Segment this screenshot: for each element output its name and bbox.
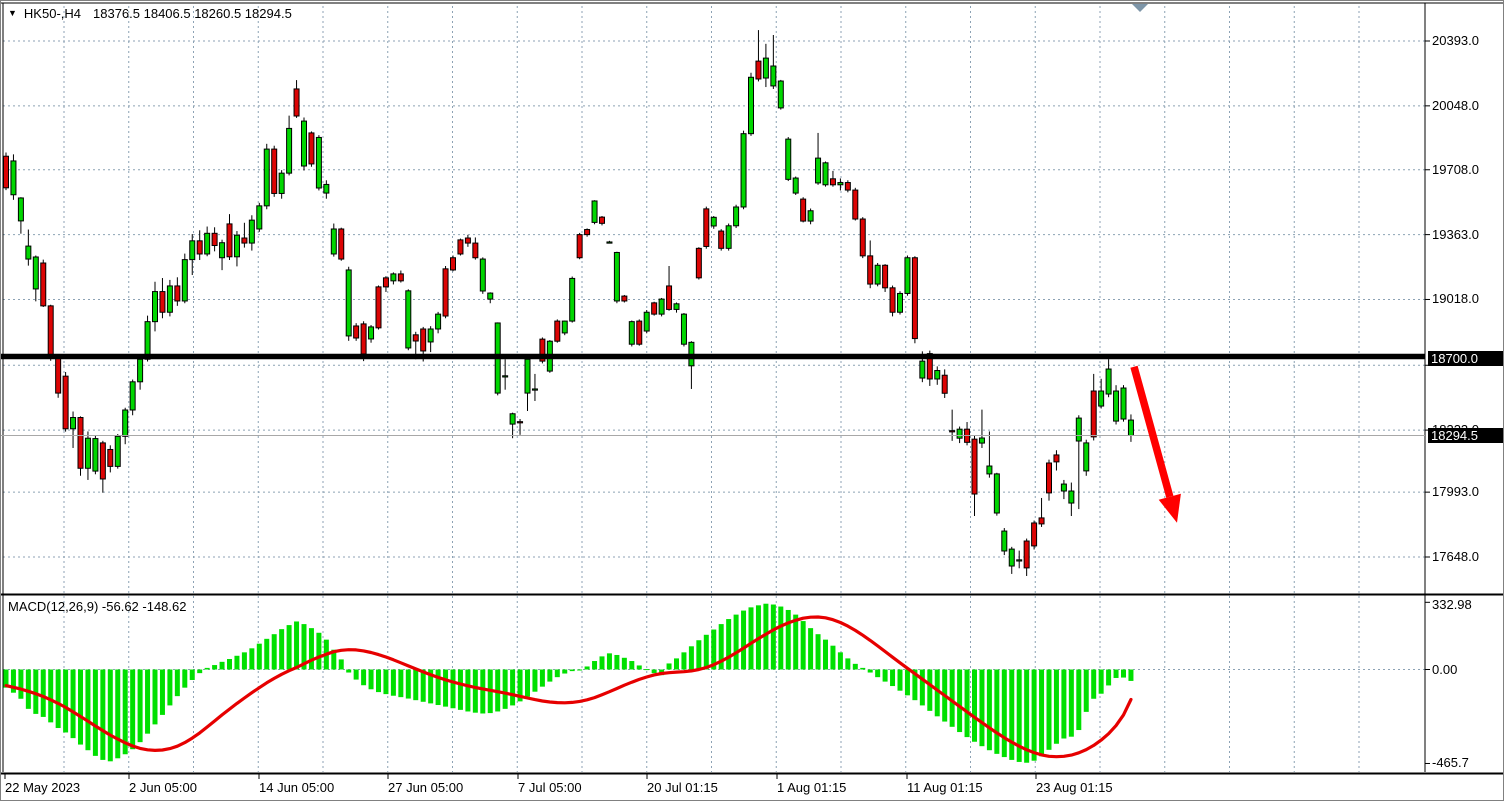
current-price-badge: 18294.5 [1428,428,1504,443]
symbol-dropdown-icon[interactable]: ▼ [8,8,17,18]
trading-chart-window: ▼ HK50-,H4 18376.5 18406.5 18260.5 18294.5… [0,0,1504,801]
main-chart-panel[interactable] [1,6,1425,593]
ohlc-values: 18376.5 18406.5 18260.5 18294.5 [93,6,292,21]
symbol-title: ▼ HK50-,H4 18376.5 18406.5 18260.5 18294.5 [8,6,292,21]
macd-panel[interactable] [1,596,1425,772]
price-axis[interactable] [1425,1,1504,773]
macd-indicator-label: MACD(12,26,9) -56.62 -148.62 [8,599,186,614]
symbol-period-label: HK50-,H4 [24,6,81,21]
resistance-price-badge: 18700.0 [1428,351,1504,366]
time-axis[interactable] [1,774,1425,801]
